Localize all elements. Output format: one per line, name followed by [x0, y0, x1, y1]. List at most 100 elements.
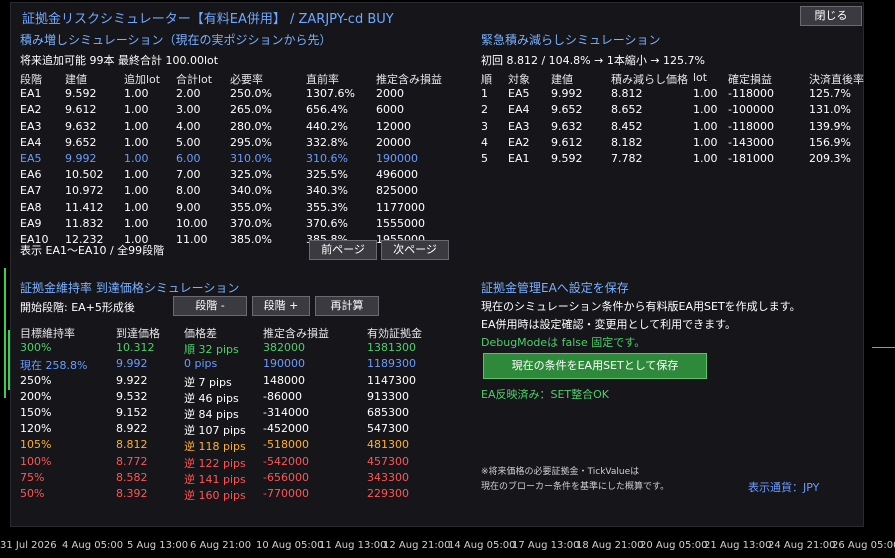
reduce-row-cell: 4 [481, 135, 488, 149]
pyramid-row-cell: 656.4% [306, 103, 348, 117]
status-text: EA反映済み：SET整合OK [481, 388, 609, 401]
reduce-header-cell: 対象 [508, 73, 530, 86]
axis-label: 24 Aug 21:00 [768, 540, 836, 551]
reduce-header-cell: 確定損益 [728, 73, 772, 86]
axis-label: 5 Aug 13:00 [127, 540, 189, 551]
margin-row-cell: 逆 160 pips [184, 489, 246, 502]
margin-row-cell: -518000 [263, 438, 309, 452]
margin-row-cell: -452000 [263, 422, 309, 436]
reduce-row-cell: 1.00 [693, 103, 718, 117]
recalc-button[interactable]: 再計算 [315, 296, 379, 316]
pyramid-row-cell: 190000 [376, 152, 418, 165]
pyramid-row-cell: 9.992 [65, 152, 97, 165]
stage-minus-button[interactable]: 段階 - [173, 296, 247, 316]
margin-row-cell: 481300 [367, 438, 409, 452]
save-set-button[interactable]: 現在の条件をEA用SETとして保存 [483, 353, 707, 379]
margin-row-cell: 逆 107 pips [184, 424, 246, 438]
pyramid-row-cell: 11.00 [176, 233, 208, 246]
next-page-button[interactable]: 次ページ [381, 240, 449, 260]
window-title: 証拠金リスクシミュレーター【有料EA併用】 / ZARJPY-cd BUY [22, 12, 394, 27]
reduce-header-cell: 建値 [551, 73, 573, 86]
reduce-row-cell: 1.00 [693, 119, 718, 133]
pyramid-row-cell: 1.00 [124, 135, 149, 149]
pyramid-row-cell: 310.0% [230, 152, 272, 165]
pyramid-row-cell: 332.8% [306, 135, 348, 149]
close-button[interactable]: 閉じる [800, 6, 862, 26]
pyramid-row-cell: 1.00 [124, 103, 149, 117]
reduce-row-cell: -100000 [728, 103, 774, 117]
pyramid-row-cell: EA7 [20, 184, 42, 198]
reduce-row-cell: 9.592 [551, 152, 583, 165]
stage-plus-button[interactable]: 段階 + [252, 296, 310, 316]
reduce-row-cell: 1.00 [693, 87, 718, 101]
pyramid-header-cell: 合計lot [176, 73, 213, 86]
pyramid-row-cell: 280.0% [230, 119, 272, 133]
axis-label: 14 Aug 05:00 [448, 540, 516, 551]
reduce-row-cell: 9.992 [551, 87, 583, 101]
reduce-row-cell: 7.782 [611, 152, 643, 165]
axis-label: 20 Aug 05:00 [640, 540, 708, 551]
margin-row-cell: 343300 [367, 470, 409, 484]
reduce-row-cell: 1.00 [693, 135, 718, 149]
pyramid-header-cell: 段階 [20, 73, 42, 86]
reduce-row-cell: 2 [481, 103, 488, 117]
pyramid-row-cell: 20000 [376, 135, 411, 149]
axis-label: 4 Aug 05:00 [62, 540, 124, 551]
pyramid-row-cell: 5.00 [176, 135, 201, 149]
margin-row-cell: -656000 [263, 470, 309, 484]
axis-label: 12 Aug 21:00 [383, 540, 451, 551]
reduce-row-cell: 9.612 [551, 135, 583, 149]
reduce-header-cell: 積み減らし価格 [611, 73, 688, 86]
margin-row-cell: 9.992 [116, 357, 148, 371]
pyramid-row-cell: 12000 [376, 119, 411, 133]
reduce-row-cell: 1.00 [693, 152, 718, 165]
margin-row-cell: 0 pips [184, 357, 218, 371]
pyramid-row-cell: EA8 [20, 200, 42, 214]
reduce-row-cell: 131.0% [809, 103, 851, 117]
prev-page-button[interactable]: 前ページ [309, 240, 377, 260]
pyramid-row-cell: 325.5% [306, 168, 348, 182]
margin-row-cell: 9.532 [116, 389, 148, 403]
pyramid-row-cell: 310.6% [306, 152, 348, 165]
margin-row-cell: 120% [20, 422, 52, 436]
pyramid-row-cell: 295.0% [230, 135, 272, 149]
pyramid-row-cell: 7.00 [176, 168, 201, 182]
reduce-header-cell: lot [693, 71, 708, 84]
reduce-row-cell: EA1 [508, 152, 530, 165]
chart-candle [8, 330, 10, 390]
pyramid-summary: 将来追加可能 99本 最終合計 100.00lot [20, 54, 219, 67]
pyramid-row-cell: 496000 [376, 168, 418, 182]
reduce-row-cell: 9.632 [551, 119, 583, 133]
margin-row-cell: 10.312 [116, 341, 155, 355]
margin-row-cell: 685300 [367, 406, 409, 419]
save-title: 証拠金管理EAへ設定を保存 [481, 281, 629, 295]
pyramid-row-cell: 10.972 [65, 184, 104, 198]
pyramid-row-cell: 440.2% [306, 119, 348, 133]
margin-header-cell: 推定含み損益 [263, 327, 329, 340]
axis-label: 6 Aug 21:00 [190, 540, 252, 551]
pyramid-header-cell: 直前率 [306, 73, 339, 86]
margin-row-cell: 913300 [367, 389, 409, 403]
start-stage-label: 開始段階: EA+5形成後 [20, 301, 135, 314]
note-line2: 現在のブローカー条件を基準にした概算です。 [481, 482, 670, 492]
pyramid-row-cell: 1.00 [124, 200, 149, 214]
margin-row-cell: 190000 [263, 357, 305, 371]
reduce-row-cell: 8.652 [611, 103, 643, 117]
margin-header-cell: 価格差 [184, 327, 217, 340]
pyramid-header-cell: 建値 [65, 73, 87, 86]
axis-label: 26 Aug 05:00 [832, 540, 895, 551]
pyramid-row-cell: 1.00 [124, 152, 149, 165]
margin-row-cell: 1381300 [367, 341, 416, 355]
pyramid-row-cell: 340.3% [306, 184, 348, 198]
axis-label: 11 Aug 13:00 [319, 540, 387, 551]
axis-label: 10 Aug 05:00 [256, 540, 324, 551]
margin-row-cell: 250% [20, 373, 52, 387]
reduce-row-cell: 139.9% [809, 119, 851, 133]
reduce-summary: 初回 8.812 / 104.8% → 1本縮小 → 125.7% [481, 54, 705, 67]
reduce-row-cell: 125.7% [809, 87, 851, 101]
margin-row-cell: 150% [20, 406, 52, 419]
margin-row-cell: 順 32 pips [184, 343, 239, 357]
pyramid-row-cell: EA9 [20, 216, 42, 230]
pyramid-row-cell: 4.00 [176, 119, 201, 133]
margin-row-cell: 9.152 [116, 406, 148, 419]
